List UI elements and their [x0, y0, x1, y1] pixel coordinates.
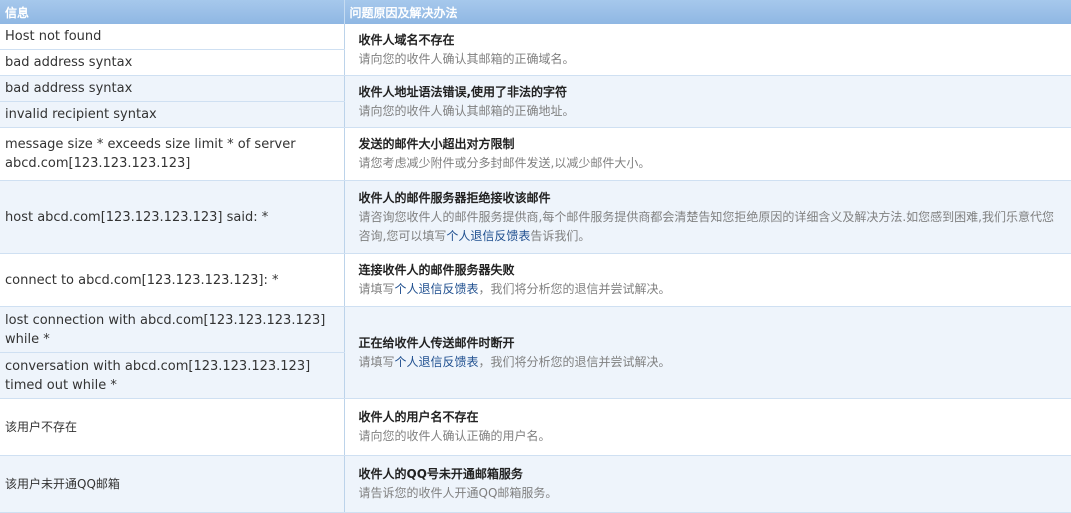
description-text: 请填写 [358, 282, 395, 296]
solution-title: 收件人的QQ号未开通邮箱服务 [358, 467, 523, 481]
info-cell: connect to abcd.com[123.123.123.123]: * [0, 253, 345, 307]
info-cell: invalid recipient syntax [0, 101, 345, 128]
description-text: 请向您的收件人确认其邮箱的正确域名。 [358, 51, 575, 66]
table-header-row: 信息 问题原因及解决办法 [0, 0, 1071, 24]
solution-cell: 正在给收件人传送邮件时断开 请填写个人退信反馈表，我们将分析您的退信并尝试解决。 [344, 306, 1071, 399]
solution-description: 请告诉您的收件人开通QQ邮箱服务。 [359, 484, 1058, 503]
solution-cell: 收件人地址语法错误,使用了非法的字符 请向您的收件人确认其邮箱的正确地址。 [344, 75, 1071, 128]
info-cell: Host not found [0, 24, 345, 50]
info-cell: bad address syntax [0, 49, 345, 76]
table-row: lost connection with abcd.com[123.123.12… [0, 306, 1071, 399]
feedback-form-link[interactable]: 个人退信反馈表 [446, 229, 530, 243]
description-text: 请向您的收件人确认正确的用户名。 [358, 429, 551, 443]
solution-description: 请向您的收件人确认正确的用户名。 [359, 427, 1058, 446]
solution-cell: 发送的邮件大小超出对方限制 请您考虑减少附件或分多封邮件发送,以减少邮件大小。 [344, 127, 1071, 181]
info-cell: host abcd.com[123.123.123.123] said: * [0, 180, 345, 254]
solution-description: 请向您的收件人确认其邮箱的正确地址。 [359, 102, 1058, 121]
info-cell: lost connection with abcd.com[123.123.12… [0, 306, 345, 353]
description-text: 告诉我们。 [530, 228, 591, 243]
description-text: 请填写 [358, 354, 395, 369]
info-cell: 该用户未开通QQ邮箱 [0, 455, 345, 513]
info-cell: bad address syntax [0, 75, 345, 102]
description-text: 请告诉您的收件人开通QQ邮箱服务。 [358, 486, 558, 500]
solution-cell: 收件人域名不存在 请向您的收件人确认其邮箱的正确域名。 [344, 24, 1071, 76]
table-row: message size * exceeds size limit * of s… [0, 127, 1071, 181]
info-cell: message size * exceeds size limit * of s… [0, 127, 345, 181]
feedback-form-link[interactable]: 个人退信反馈表 [395, 282, 479, 296]
info-cell: conversation with abcd.com[123.123.123.1… [0, 352, 345, 399]
solution-description: 请向您的收件人确认其邮箱的正确域名。 [359, 50, 1058, 69]
feedback-form-link[interactable]: 个人退信反馈表 [395, 355, 479, 369]
solution-title: 收件人域名不存在 [358, 32, 455, 47]
table-row: 该用户未开通QQ邮箱 收件人的QQ号未开通邮箱服务 请告诉您的收件人开通QQ邮箱… [0, 455, 1071, 513]
info-cell: 该用户不存在 [0, 398, 345, 456]
table-row: bad address syntax 收件人地址语法错误,使用了非法的字符 请向… [0, 75, 1071, 128]
solution-cell: 连接收件人的邮件服务器失败 请填写个人退信反馈表，我们将分析您的退信并尝试解决。 [344, 253, 1071, 307]
bounce-reason-table: 信息 问题原因及解决办法 Host not found 收件人域名不存在 请向您… [0, 0, 1071, 513]
column-header-solution: 问题原因及解决办法 [344, 0, 1071, 24]
description-text: ，我们将分析您的退信并尝试解决。 [478, 354, 671, 369]
description-text: ，我们将分析您的退信并尝试解决。 [478, 282, 671, 296]
solution-title: 正在给收件人传送邮件时断开 [358, 335, 515, 350]
solution-cell: 收件人的邮件服务器拒绝接收该邮件 请咨询您收件人的邮件服务提供商,每个邮件服务提… [344, 180, 1071, 254]
solution-title: 收件人的用户名不存在 [358, 410, 479, 424]
solution-description: 请填写个人退信反馈表，我们将分析您的退信并尝试解决。 [359, 353, 1058, 372]
table-row: 该用户不存在 收件人的用户名不存在 请向您的收件人确认正确的用户名。 [0, 398, 1071, 456]
solution-description: 请咨询您收件人的邮件服务提供商,每个邮件服务提供商都会清楚告知您拒绝原因的详细含… [359, 208, 1058, 246]
description-text: 请您考虑减少附件或分多封邮件发送,以减少邮件大小。 [358, 156, 651, 170]
solution-cell: 收件人的QQ号未开通邮箱服务 请告诉您的收件人开通QQ邮箱服务。 [344, 455, 1071, 513]
solution-title: 收件人地址语法错误,使用了非法的字符 [358, 84, 568, 99]
solution-title: 连接收件人的邮件服务器失败 [358, 263, 515, 277]
table-row: connect to abcd.com[123.123.123.123]: * … [0, 253, 1071, 307]
solution-description: 请填写个人退信反馈表，我们将分析您的退信并尝试解决。 [359, 280, 1058, 299]
column-header-info: 信息 [0, 0, 345, 24]
table-row: Host not found 收件人域名不存在 请向您的收件人确认其邮箱的正确域… [0, 24, 1071, 76]
solution-title: 发送的邮件大小超出对方限制 [358, 137, 515, 151]
solution-description: 请您考虑减少附件或分多封邮件发送,以减少邮件大小。 [359, 154, 1058, 173]
table-row: host abcd.com[123.123.123.123] said: * 收… [0, 180, 1071, 254]
description-text: 请向您的收件人确认其邮箱的正确地址。 [358, 103, 575, 118]
solution-cell: 收件人的用户名不存在 请向您的收件人确认正确的用户名。 [344, 398, 1071, 456]
solution-title: 收件人的邮件服务器拒绝接收该邮件 [358, 190, 551, 205]
